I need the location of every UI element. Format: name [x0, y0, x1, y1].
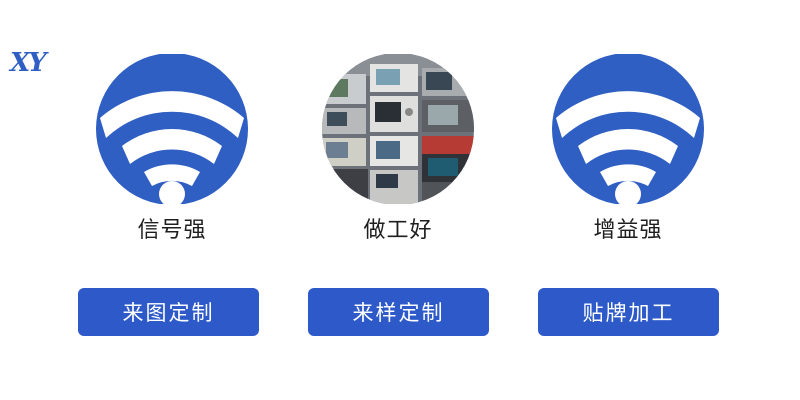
feature-label-workmanship: 做工好 [363, 218, 433, 243]
feature-label-signal: 信号强 [137, 218, 207, 243]
xy-logo: XY [10, 48, 47, 78]
feature-workmanship: 做工好 [318, 54, 478, 259]
oem-processing-button[interactable]: 贴牌加工 [538, 288, 719, 336]
custom-by-drawing-button[interactable]: 来图定制 [78, 288, 259, 336]
feature-gain: 增益强 [548, 54, 708, 259]
custom-by-sample-button[interactable]: 来样定制 [308, 288, 489, 336]
test-equipment-photo [322, 54, 474, 204]
feature-signal: 信号强 [92, 54, 252, 259]
feature-label-gain: 增益强 [593, 218, 663, 243]
wifi-signal-icon [96, 54, 248, 204]
wifi-signal-icon [552, 54, 704, 204]
